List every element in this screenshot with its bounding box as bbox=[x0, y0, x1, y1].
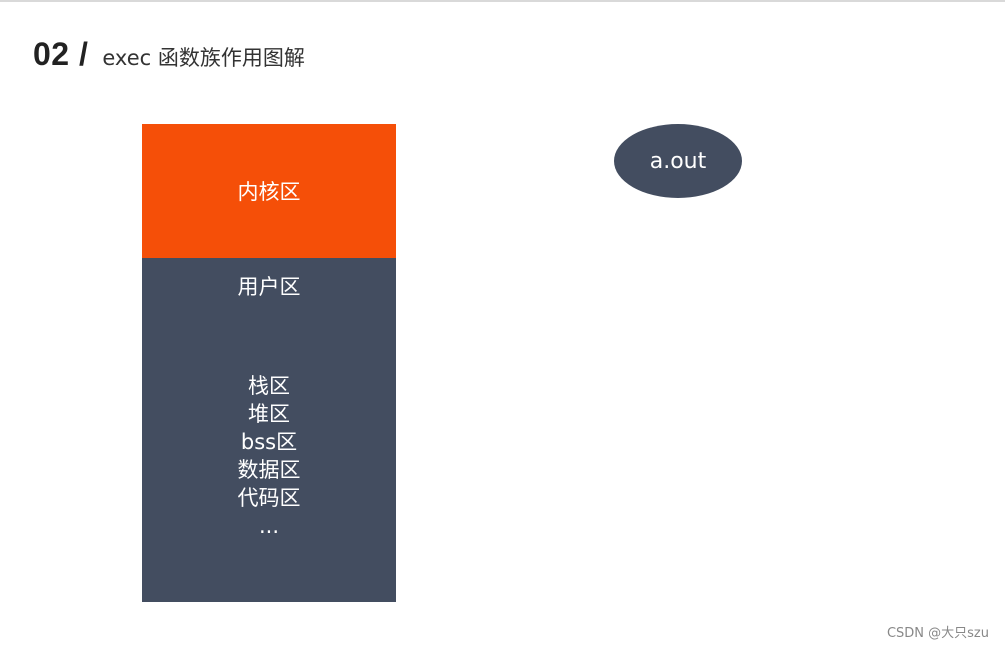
segment-ellipsis: ... bbox=[258, 514, 280, 538]
segment-bss: bss区 bbox=[240, 430, 298, 454]
kernel-space-block: 内核区 bbox=[142, 124, 396, 258]
slide-title: exec 函数族作用图解 bbox=[102, 46, 305, 70]
watermark: CSDN @大只szu bbox=[886, 626, 989, 641]
slide-header: 02 / exec 函数族作用图解 bbox=[33, 36, 305, 76]
user-space-label: 用户区 bbox=[237, 275, 301, 299]
section-number: 02 / bbox=[33, 36, 89, 72]
segment-heap: 堆区 bbox=[248, 402, 290, 426]
user-space-block: 用户区 栈区 堆区 bss区 数据区 代码区 ... bbox=[142, 258, 396, 602]
program-label: a.out bbox=[649, 148, 707, 174]
memory-segment-list: 栈区 堆区 bss区 数据区 代码区 ... bbox=[142, 372, 396, 540]
segment-stack: 栈区 bbox=[248, 374, 290, 398]
top-divider bbox=[0, 0, 1005, 2]
program-node: a.out bbox=[614, 124, 742, 198]
segment-data: 数据区 bbox=[237, 458, 301, 482]
kernel-space-label: 内核区 bbox=[237, 180, 301, 204]
segment-code: 代码区 bbox=[237, 486, 301, 510]
